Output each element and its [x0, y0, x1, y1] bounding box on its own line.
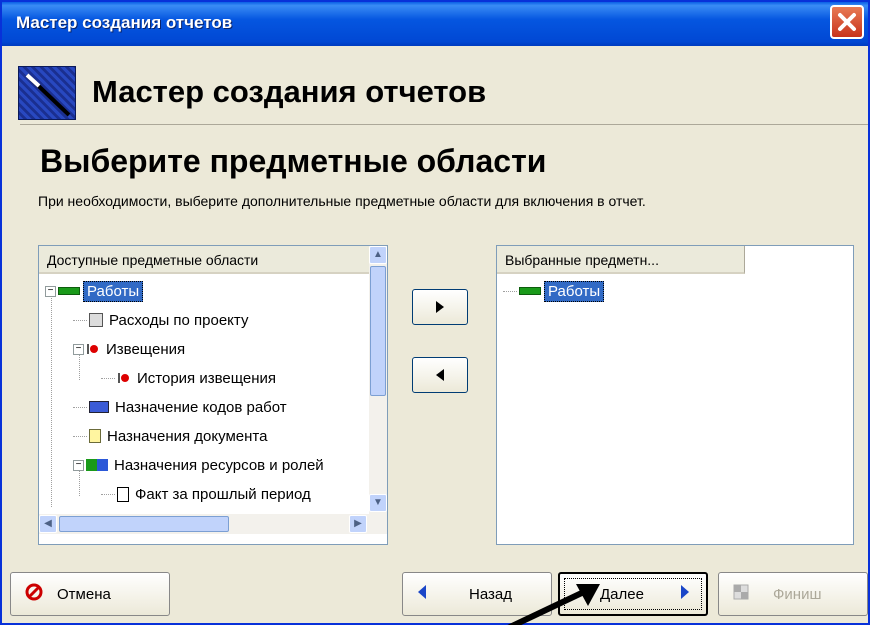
scroll-down-button[interactable]: ▼ [369, 494, 387, 512]
tree-item-label: Назначение кодов работ [115, 398, 287, 416]
page-title: Выберите предметные области [40, 143, 547, 179]
cancel-icon [25, 583, 43, 605]
selected-areas-list[interactable]: Выбранные предметн... Работы [496, 245, 854, 545]
tree-item-label: Извещения [106, 340, 186, 358]
selected-column-header[interactable]: Выбранные предметн... [497, 246, 745, 274]
scroll-right-button[interactable]: ▶ [349, 515, 367, 533]
tree-item[interactable]: − Работы [45, 278, 144, 304]
tree-connector [503, 290, 517, 292]
tree-item-label: Работы [83, 280, 144, 302]
tree-item-label: История извещения [137, 369, 277, 387]
red-flag-icon [117, 371, 131, 385]
finish-label: Финиш [773, 585, 822, 603]
vertical-scroll-thumb[interactable] [370, 266, 386, 396]
tree-connector [73, 435, 87, 437]
back-arrow-icon [417, 584, 427, 604]
tree-item-label: Факт за прошлый период [135, 485, 311, 503]
horizontal-scroll-thumb[interactable] [59, 516, 229, 532]
wizard-header: Мастер создания отчетов [12, 62, 864, 120]
add-arrow-icon [436, 301, 444, 313]
tree-item[interactable]: Назначение кодов работ [73, 394, 290, 420]
green-bar-icon [519, 287, 541, 295]
tree-connector [101, 377, 115, 379]
collapse-toggle[interactable]: − [73, 343, 84, 355]
document-icon [89, 429, 101, 443]
add-area-button[interactable] [412, 289, 468, 325]
collapse-toggle[interactable]: − [73, 459, 84, 471]
cancel-button[interactable]: Отмена [10, 572, 170, 616]
resources-icon [86, 459, 108, 471]
available-areas-list[interactable]: Доступные предметные области − Работы Расх… [38, 245, 388, 545]
close-button[interactable] [830, 5, 864, 39]
window-title: Мастер создания отчетов [16, 13, 233, 32]
tree-item[interactable]: − Назначения ресурсов и ролей [73, 452, 327, 478]
calculator-icon [89, 313, 103, 327]
main-panel: Выберите предметные области При необходи… [20, 124, 868, 564]
red-flag-icon [86, 342, 100, 356]
wand-icon [18, 66, 76, 120]
selected-tree: Работы [497, 274, 827, 514]
tree-item[interactable]: − Извещения [73, 336, 188, 362]
tree-item[interactable]: История извещения [101, 365, 279, 391]
vertical-scrollbar[interactable]: ▲ ▼ [369, 246, 387, 514]
page-icon [117, 486, 129, 502]
wizard-heading: Мастер создания отчетов [92, 74, 487, 109]
cancel-label: Отмена [57, 585, 111, 603]
annotation-arrow-icon [507, 584, 600, 625]
tree-guide [51, 292, 52, 507]
tree-item[interactable]: Факт за прошлый период [101, 481, 314, 507]
remove-arrow-icon [436, 369, 444, 381]
green-bar-icon [58, 287, 80, 295]
finish-flag-icon [733, 584, 749, 604]
tree-connector [73, 406, 87, 408]
tree-item-label: Расходы по проекту [109, 311, 249, 329]
tree-item[interactable]: Расходы по проекту [73, 307, 251, 333]
horizontal-scrollbar[interactable]: ◀ ▶ [39, 514, 387, 534]
wizard-footer: Отмена Назад Далее Финиш [2, 568, 868, 624]
collapse-toggle[interactable]: − [45, 285, 56, 297]
tree-connector [101, 493, 115, 495]
wizard-window: Мастер создания отчетов Мастер создания … [0, 0, 870, 625]
remove-area-button[interactable] [412, 357, 468, 393]
tree-item-label: Работы [544, 280, 605, 302]
finish-button[interactable]: Финиш [718, 572, 868, 616]
tree-connector [73, 319, 87, 321]
close-icon [838, 13, 856, 31]
title-bar: Мастер создания отчетов [2, 2, 868, 46]
available-tree: − Работы Расходы по проекту − Извещения Истор… [39, 274, 369, 514]
page-description: При необходимости, выберите дополнительн… [38, 193, 646, 209]
tree-item-label: Назначения документа [107, 427, 268, 445]
available-column-header[interactable]: Доступные предметные области [39, 246, 369, 274]
tree-item-label: Назначения ресурсов и ролей [114, 456, 324, 474]
tree-item[interactable]: Работы [503, 278, 605, 304]
scroll-left-button[interactable]: ◀ [39, 515, 57, 533]
code-card-icon [89, 401, 109, 413]
tree-item[interactable]: Назначения документа [73, 423, 270, 449]
scroll-up-button[interactable]: ▲ [369, 246, 387, 264]
